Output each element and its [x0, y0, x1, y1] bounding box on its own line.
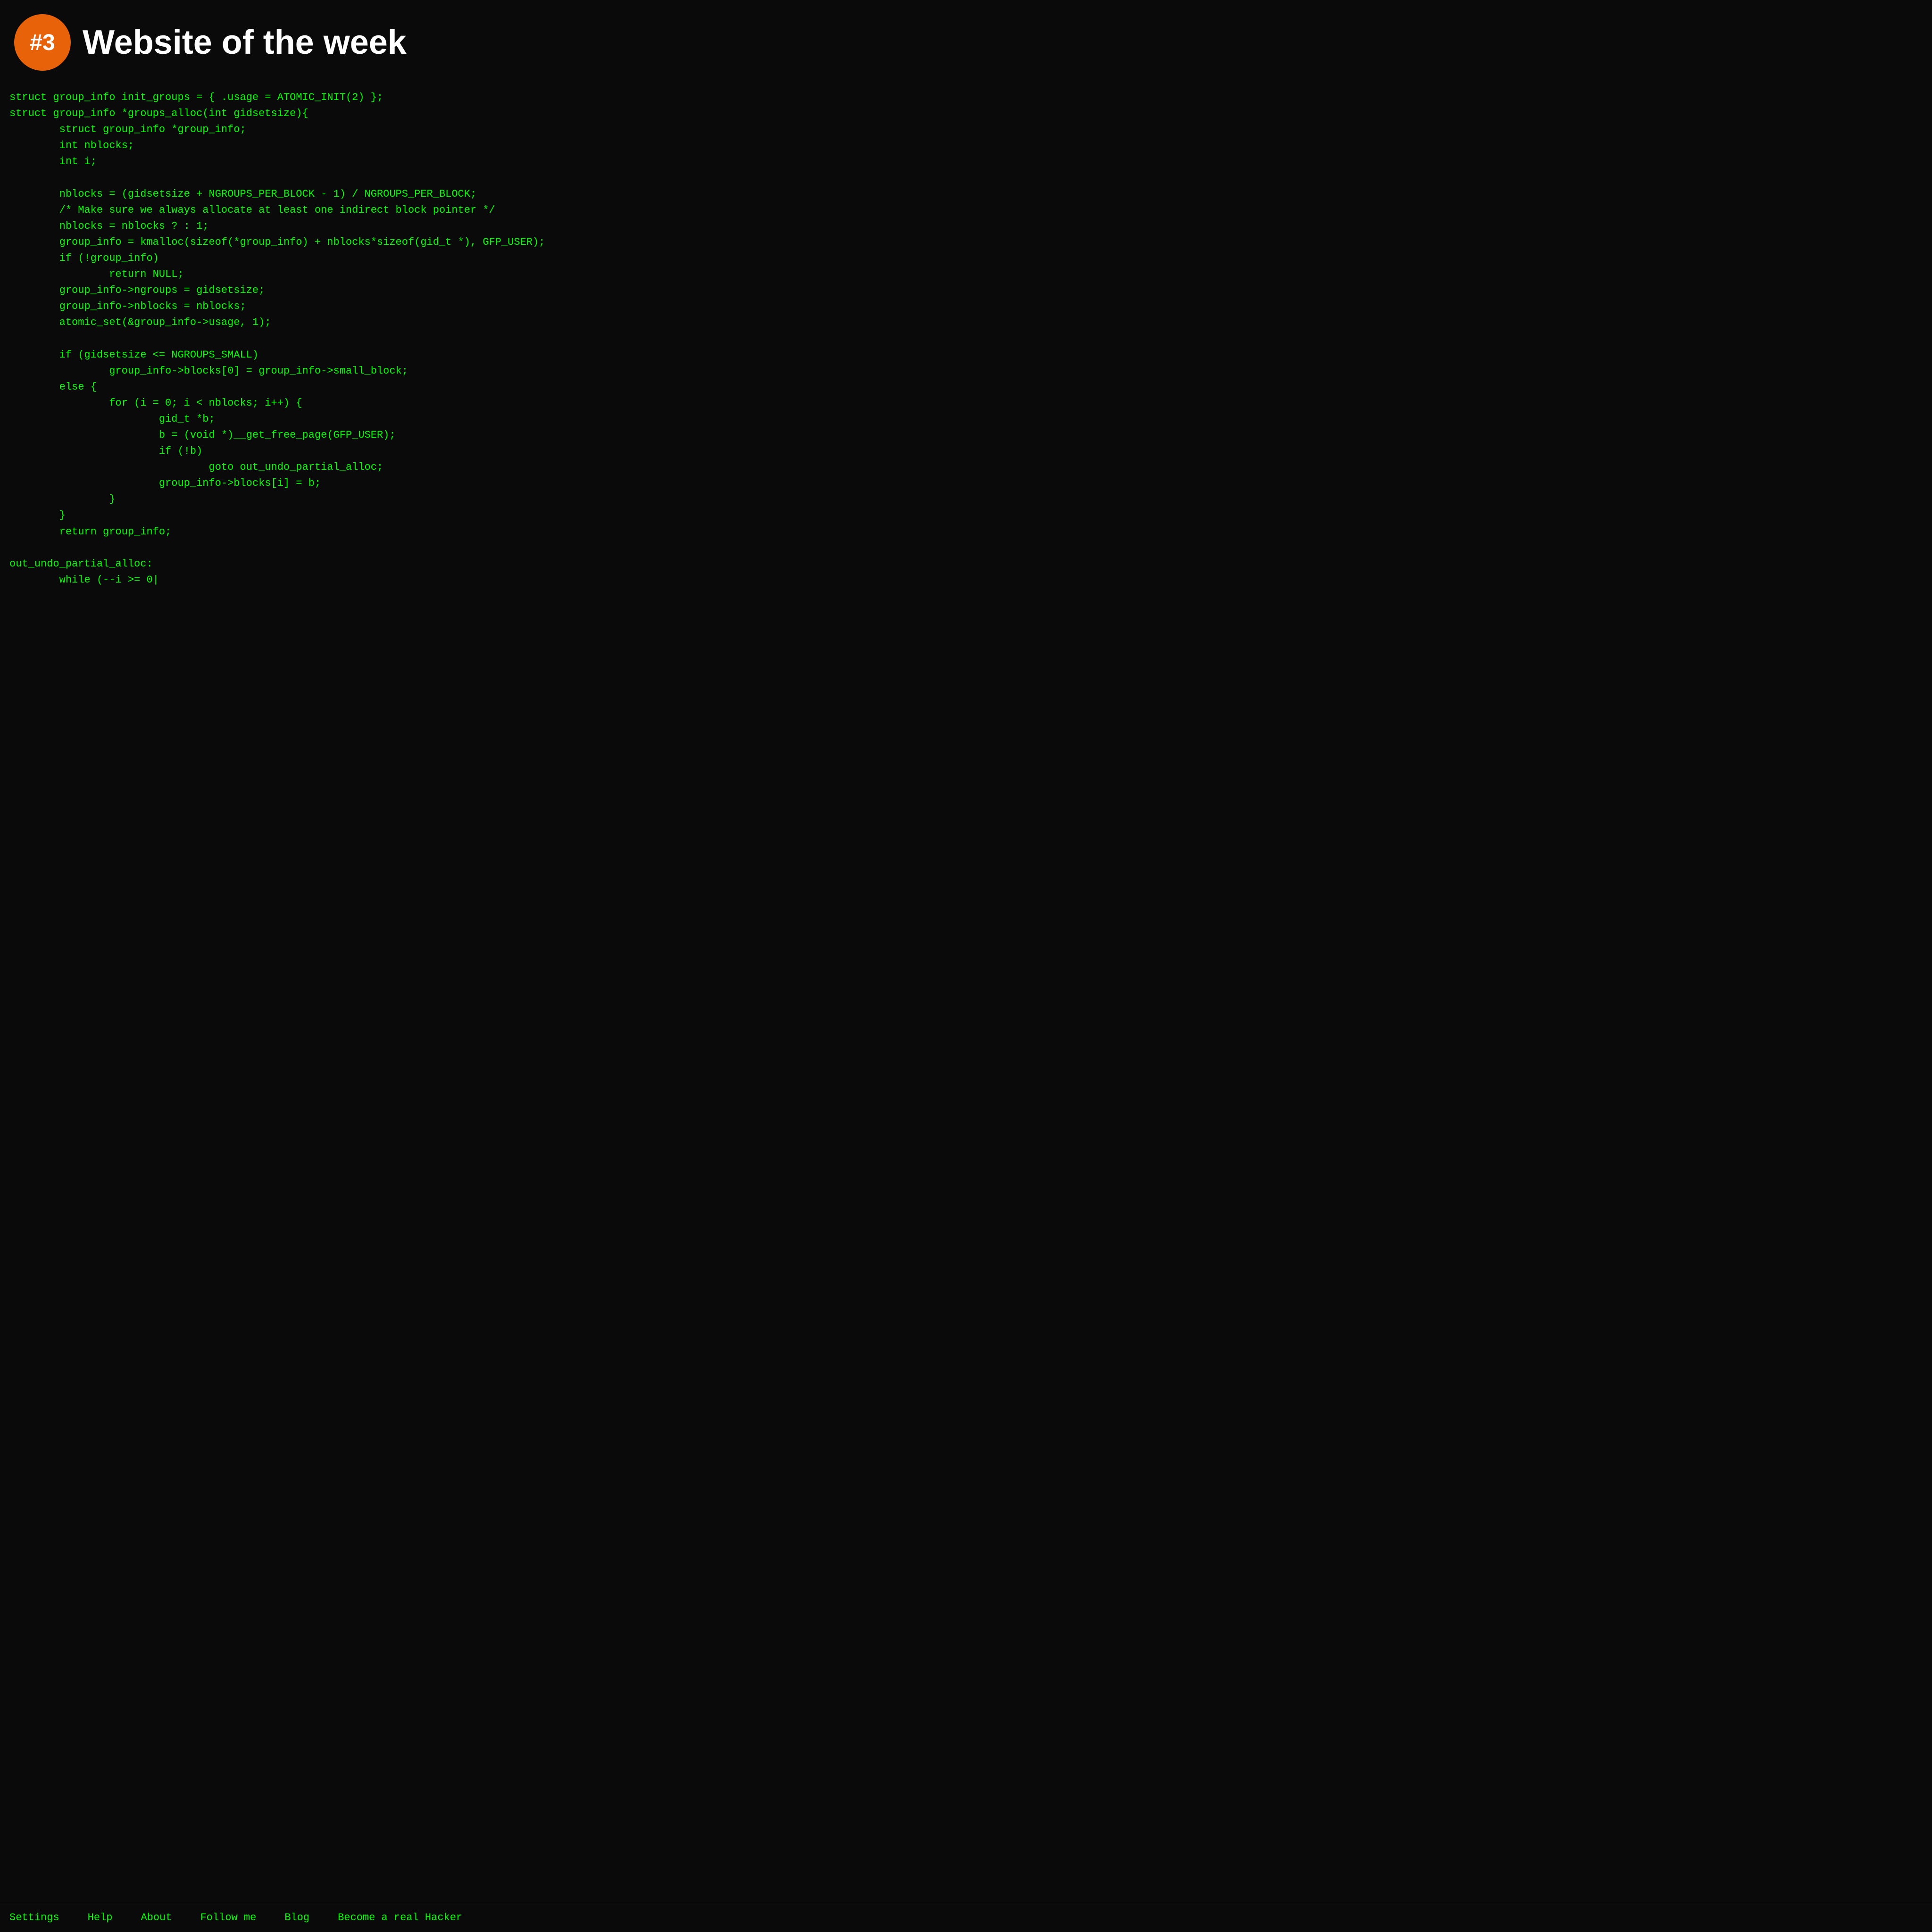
badge-label: #3 — [30, 30, 55, 56]
hacker-link[interactable]: Become a real Hacker — [338, 1912, 462, 1924]
badge: #3 — [14, 14, 71, 71]
settings-link[interactable]: Settings — [9, 1912, 59, 1924]
header: #3 Website of the week — [0, 0, 1932, 80]
follow-me-link[interactable]: Follow me — [200, 1912, 256, 1924]
blog-link[interactable]: Blog — [284, 1912, 309, 1924]
site-title: Website of the week — [83, 25, 407, 59]
help-link[interactable]: Help — [88, 1912, 113, 1924]
footer: Settings Help About Follow me Blog Become a r… — [0, 1903, 1932, 1932]
code-block: struct group_info init_groups = { .usage… — [0, 80, 1932, 1903]
about-link[interactable]: About — [141, 1912, 172, 1924]
